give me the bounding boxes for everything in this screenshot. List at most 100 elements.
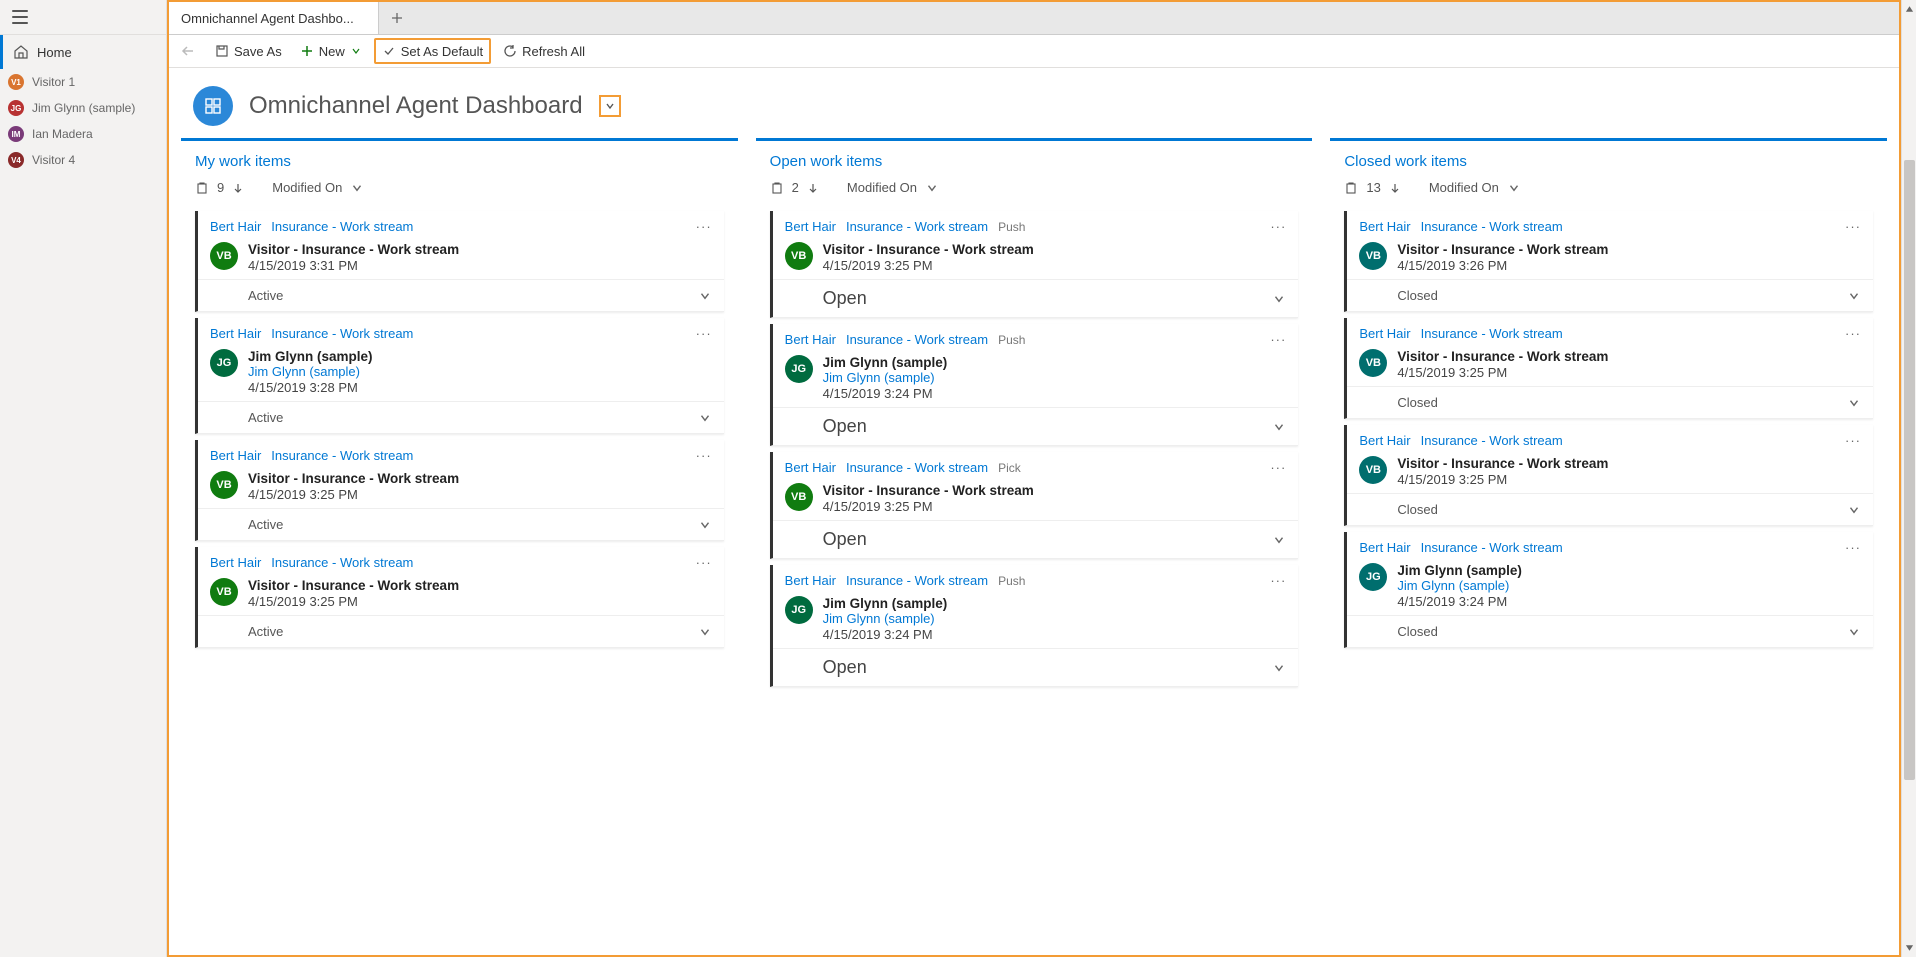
column-sort-dropdown[interactable] [1507,181,1521,195]
card-more-button[interactable]: ··· [696,448,712,463]
card-stream[interactable]: Insurance - Work stream [1421,540,1563,555]
new-label: New [319,44,345,59]
card-title: Visitor - Insurance - Work stream [248,242,459,257]
card-stream[interactable]: Insurance - Work stream [846,219,988,234]
card-stream[interactable]: Insurance - Work stream [271,326,413,341]
card-stream[interactable]: Insurance - Work stream [1421,219,1563,234]
card-expand-button[interactable] [1272,420,1286,434]
card-more-button[interactable]: ··· [696,219,712,234]
work-item-card[interactable]: Bert Hair Insurance - Work stream ··· JG… [195,318,724,434]
work-item-card[interactable]: Bert Hair Insurance - Work stream Push ·… [770,565,1299,687]
card-more-button[interactable]: ··· [1845,219,1861,234]
scroll-thumb[interactable] [1904,160,1915,780]
column-sort-dir[interactable] [807,182,819,194]
card-more-button[interactable]: ··· [1845,326,1861,341]
card-owner[interactable]: Bert Hair [785,332,836,347]
card-more-button[interactable]: ··· [696,326,712,341]
save-as-button[interactable]: Save As [209,38,288,64]
card-owner[interactable]: Bert Hair [785,219,836,234]
card-stream[interactable]: Insurance - Work stream [271,555,413,570]
chevron-down-icon [350,45,362,57]
column-sort-dropdown[interactable] [925,181,939,195]
card-owner[interactable]: Bert Hair [1359,540,1410,555]
card-expand-button[interactable] [698,411,712,425]
column-sort-dir[interactable] [232,182,244,194]
new-button[interactable]: New [294,38,368,64]
card-owner[interactable]: Bert Hair [785,573,836,588]
sidebar-visitor[interactable]: V1Visitor 1 [0,69,166,95]
card-more-button[interactable]: ··· [696,555,712,570]
work-item-card[interactable]: Bert Hair Insurance - Work stream Push ·… [770,324,1299,446]
menu-icon[interactable] [12,10,28,24]
card-expand-button[interactable] [1847,396,1861,410]
set-default-button[interactable]: Set As Default [374,38,491,64]
card-more-button[interactable]: ··· [1845,540,1861,555]
card-more-button[interactable]: ··· [1845,433,1861,448]
work-item-card[interactable]: Bert Hair Insurance - Work stream Pick ·… [770,452,1299,559]
tab-dashboard[interactable]: Omnichannel Agent Dashbo... [169,2,379,34]
card-owner[interactable]: Bert Hair [210,448,261,463]
work-items-column: Closed work items 13 Modified On Bert Ha… [1330,138,1887,955]
avatar: JG [8,100,24,116]
work-item-card[interactable]: Bert Hair Insurance - Work stream Push ·… [770,211,1299,318]
card-expand-button[interactable] [698,625,712,639]
dashboard-icon [193,86,233,126]
add-tab-button[interactable] [379,2,415,34]
card-stream[interactable]: Insurance - Work stream [846,332,988,347]
card-owner[interactable]: Bert Hair [1359,433,1410,448]
main-area: Omnichannel Agent Dashbo... Save As New … [167,0,1901,957]
back-button[interactable] [181,44,195,58]
card-owner[interactable]: Bert Hair [210,326,261,341]
card-stream[interactable]: Insurance - Work stream [846,460,988,475]
work-item-card[interactable]: Bert Hair Insurance - Work stream ··· VB… [195,440,724,541]
card-stream[interactable]: Insurance - Work stream [271,448,413,463]
refresh-all-button[interactable]: Refresh All [497,38,591,64]
avatar: VB [1359,242,1387,270]
avatar: JG [210,349,238,377]
card-owner[interactable]: Bert Hair [785,460,836,475]
sidebar-visitor[interactable]: JGJim Glynn (sample) [0,95,166,121]
card-stream[interactable]: Insurance - Work stream [846,573,988,588]
card-more-button[interactable]: ··· [1270,573,1286,588]
column-sort-dir[interactable] [1389,182,1401,194]
column-sort-dropdown[interactable] [350,181,364,195]
scrollbar[interactable] [1901,0,1916,957]
card-more-button[interactable]: ··· [1270,460,1286,475]
card-expand-button[interactable] [1847,625,1861,639]
chevron-down-icon [1847,289,1861,303]
avatar: VB [210,242,238,270]
work-item-card[interactable]: Bert Hair Insurance - Work stream ··· VB… [1344,425,1873,526]
card-owner[interactable]: Bert Hair [1359,219,1410,234]
work-item-card[interactable]: Bert Hair Insurance - Work stream ··· VB… [195,547,724,648]
work-item-card[interactable]: Bert Hair Insurance - Work stream ··· JG… [1344,532,1873,648]
contact-link[interactable]: Jim Glynn (sample) [248,364,373,379]
card-more-button[interactable]: ··· [1270,219,1286,234]
card-stream[interactable]: Insurance - Work stream [1421,326,1563,341]
contact-link[interactable]: Jim Glynn (sample) [823,611,948,626]
card-stream[interactable]: Insurance - Work stream [1421,433,1563,448]
nav-home[interactable]: Home [0,35,166,69]
card-expand-button[interactable] [1847,503,1861,517]
card-expand-button[interactable] [698,518,712,532]
card-stream[interactable]: Insurance - Work stream [271,219,413,234]
card-expand-button[interactable] [698,289,712,303]
card-expand-button[interactable] [1847,289,1861,303]
chevron-down-icon [698,289,712,303]
card-expand-button[interactable] [1272,533,1286,547]
card-expand-button[interactable] [1272,661,1286,675]
contact-link[interactable]: Jim Glynn (sample) [1397,578,1522,593]
card-expand-button[interactable] [1272,292,1286,306]
chevron-down-icon [1847,625,1861,639]
sidebar-visitor[interactable]: IMIan Madera [0,121,166,147]
contact-link[interactable]: Jim Glynn (sample) [823,370,948,385]
card-owner[interactable]: Bert Hair [210,219,261,234]
sidebar-visitor[interactable]: V4Visitor 4 [0,147,166,173]
card-more-button[interactable]: ··· [1270,332,1286,347]
work-item-card[interactable]: Bert Hair Insurance - Work stream ··· VB… [1344,211,1873,312]
card-owner[interactable]: Bert Hair [210,555,261,570]
dashboard-selector[interactable] [599,95,621,117]
work-item-card[interactable]: Bert Hair Insurance - Work stream ··· VB… [1344,318,1873,419]
column-sort-label: Modified On [847,180,917,195]
card-owner[interactable]: Bert Hair [1359,326,1410,341]
work-item-card[interactable]: Bert Hair Insurance - Work stream ··· VB… [195,211,724,312]
